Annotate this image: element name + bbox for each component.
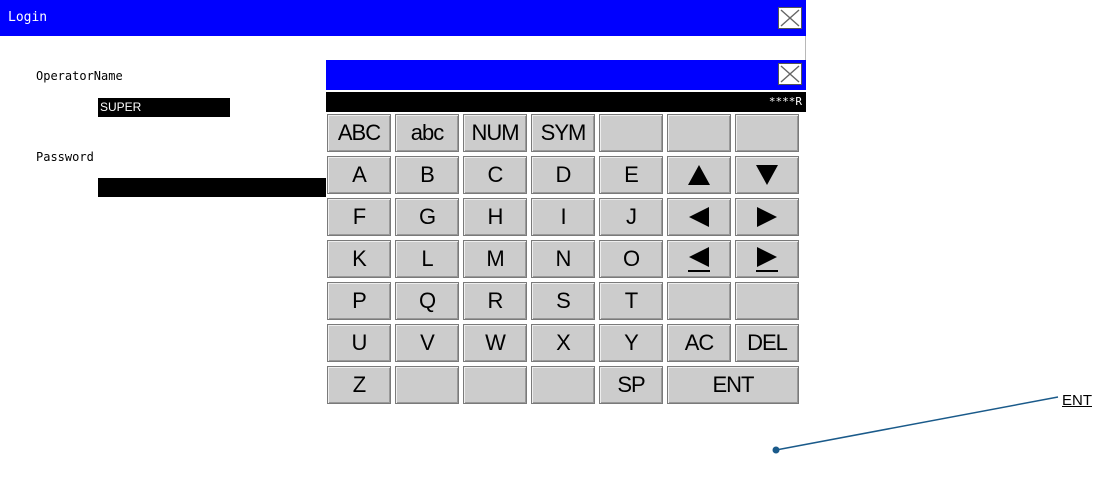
callout-label: ENT <box>1062 392 1092 409</box>
callout-line <box>772 396 1059 454</box>
callout-dot <box>772 446 780 454</box>
